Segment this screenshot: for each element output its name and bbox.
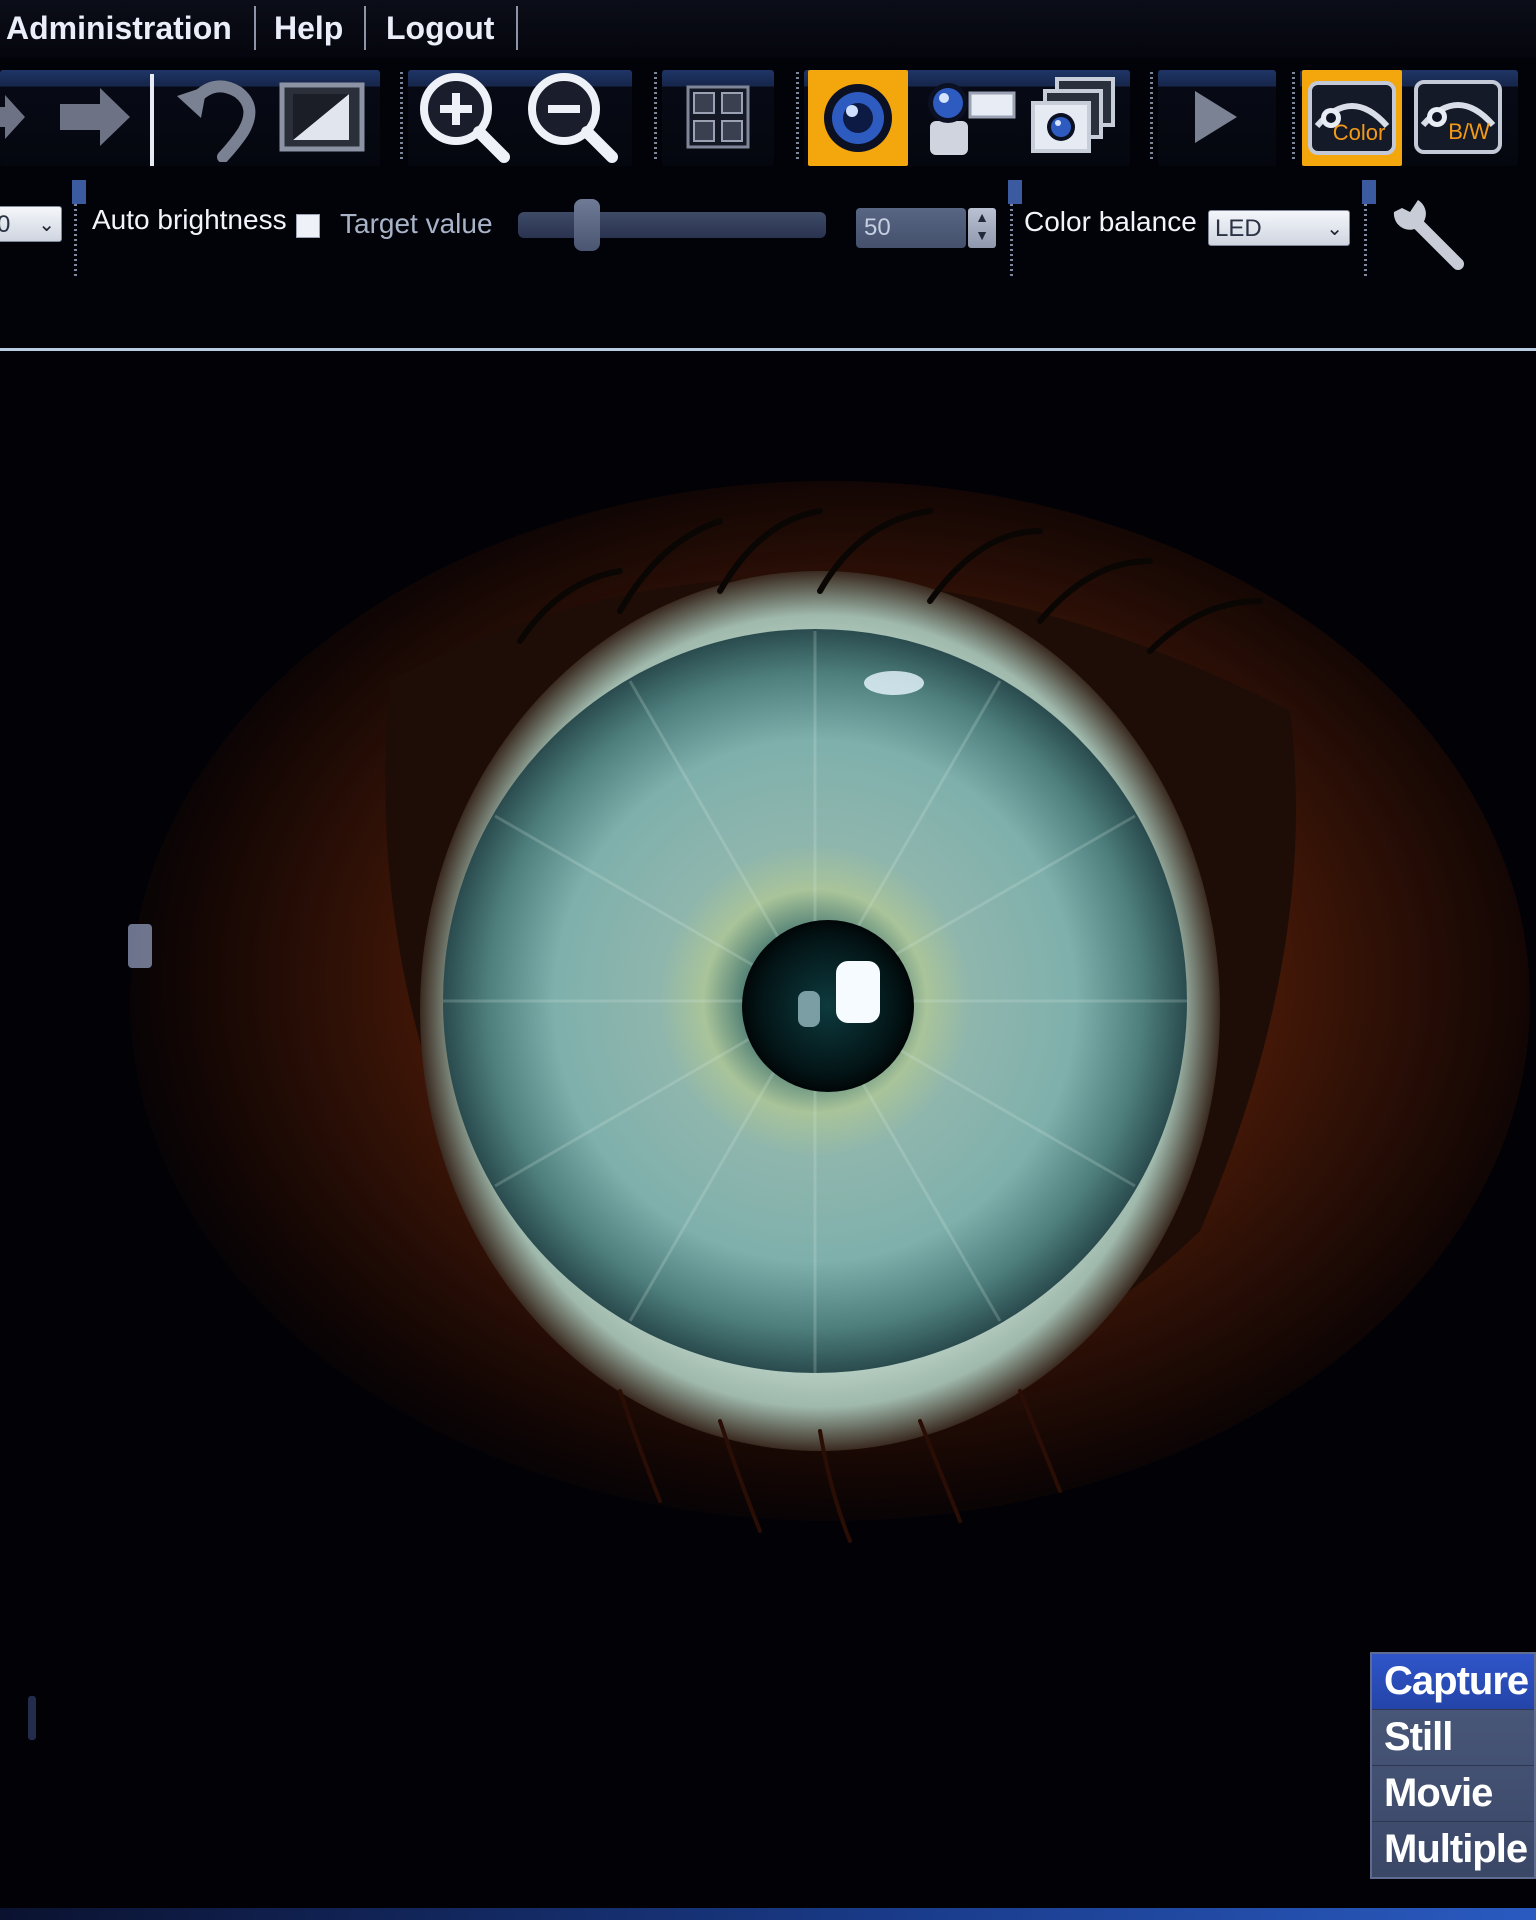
crop-frame-icon — [279, 82, 365, 152]
zoom-out-icon — [528, 73, 618, 163]
color-balance-value: LED — [1215, 215, 1262, 242]
iris-image — [0, 351, 1536, 1920]
target-value-spinner[interactable]: ▲ ▼ — [968, 208, 996, 248]
image-viewport[interactable] — [0, 351, 1536, 1920]
left-select[interactable]: 0 ⌄ — [0, 206, 62, 242]
bw-mode-label: B/W — [1448, 119, 1490, 144]
bw-mode-icon: B/W — [1414, 80, 1502, 154]
settings-button[interactable] — [1384, 190, 1466, 272]
color-balance-select[interactable]: LED ⌄ — [1208, 210, 1350, 246]
live-camera-button[interactable] — [808, 70, 908, 166]
target-value-slider-thumb[interactable] — [574, 199, 601, 251]
grip-cap — [72, 180, 86, 204]
wrench-icon — [1393, 200, 1464, 270]
zoom-in-button[interactable] — [414, 68, 514, 166]
menu-separator — [516, 6, 518, 50]
color-mode-label: Color — [1333, 120, 1386, 145]
auto-brightness-checkbox[interactable] — [296, 214, 320, 238]
chevron-down-icon: ⌄ — [38, 214, 55, 236]
color-mode-icon: Color — [1308, 81, 1396, 155]
multi-capture-icon — [1031, 77, 1115, 153]
bw-mode-button[interactable]: B/W — [1408, 68, 1508, 166]
app-window: Administration Help Logout Color B/W 0 ⌄… — [0, 0, 1536, 1920]
menu-separator — [364, 6, 366, 50]
target-value-slider[interactable] — [518, 199, 826, 251]
capture-movie[interactable]: Movie — [1372, 1766, 1534, 1822]
menu-logout[interactable]: Logout — [386, 6, 494, 50]
target-value-number: 50 — [864, 214, 891, 241]
menu-separator — [254, 6, 256, 50]
toolbar-grip — [654, 72, 657, 160]
capture-multiple[interactable]: Multiple — [1372, 1822, 1534, 1877]
grip-cap — [1362, 180, 1376, 204]
capture-menu: Capture Still Movie Multiple — [1370, 1652, 1536, 1879]
color-balance-label: Color balance — [1024, 206, 1197, 237]
forward-button[interactable] — [50, 68, 140, 166]
play-icon — [1195, 91, 1237, 143]
toolbar-grip — [796, 72, 799, 160]
forward-arrow-icon — [60, 88, 130, 146]
undo-button[interactable] — [168, 68, 268, 166]
crop-button[interactable] — [272, 68, 372, 166]
capture-still[interactable]: Still — [1372, 1710, 1534, 1766]
zoom-out-button[interactable] — [522, 68, 622, 166]
live-camera-icon — [824, 84, 892, 152]
back-arrow-icon — [0, 95, 25, 139]
grid-layout-icon — [686, 85, 750, 149]
zoom-in-icon — [420, 73, 510, 163]
play-button[interactable] — [1166, 68, 1266, 166]
spin-down-icon[interactable]: ▼ — [968, 226, 996, 244]
toolbar-grip — [1292, 72, 1295, 160]
menu-bar: Administration Help Logout — [0, 0, 1536, 59]
camera-slide-icon — [928, 83, 1016, 155]
camera-settings-bar: 0 ⌄ Auto brightness Target value 50 ▲ ▼ … — [0, 170, 1536, 350]
spin-up-icon[interactable]: ▲ — [968, 208, 996, 226]
color-mode-button[interactable]: Color — [1302, 70, 1402, 166]
target-value-label: Target value — [340, 208, 493, 239]
icon-toolbar: Color B/W — [0, 58, 1536, 170]
taskbar-edge — [0, 1908, 1536, 1920]
left-select-value: 0 — [0, 211, 11, 238]
multi-capture-button[interactable] — [1020, 68, 1124, 166]
menu-administration[interactable]: Administration — [6, 6, 232, 50]
toolbar-grip — [400, 72, 403, 160]
menu-help[interactable]: Help — [274, 6, 343, 50]
target-value-input[interactable]: 50 — [856, 208, 966, 248]
toolbar-grip — [1150, 72, 1153, 160]
undo-icon — [177, 80, 256, 162]
capture-menu-header[interactable]: Capture — [1372, 1654, 1534, 1710]
grip-cap — [1008, 180, 1022, 204]
chevron-down-icon: ⌄ — [1326, 218, 1343, 240]
grid-layout-button[interactable] — [668, 68, 768, 166]
camera-slide-button[interactable] — [916, 68, 1020, 166]
auto-brightness-label: Auto brightness — [92, 204, 287, 235]
back-button[interactable] — [0, 68, 30, 166]
toolbar-divider — [150, 74, 154, 166]
